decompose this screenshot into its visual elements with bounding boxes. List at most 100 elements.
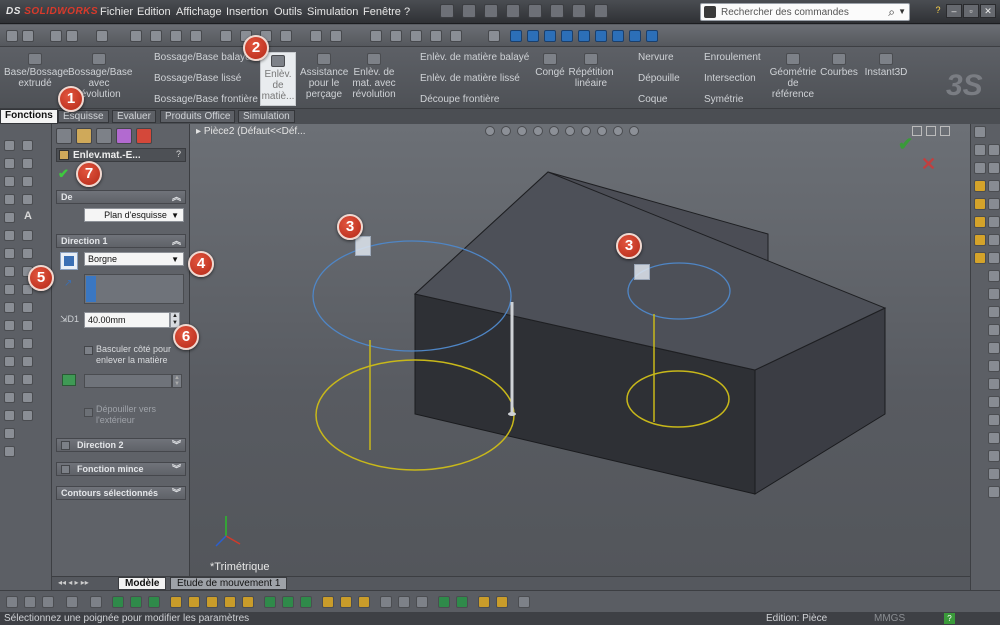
flip-side-checkbox[interactable] (84, 346, 93, 355)
sketch-tool-icon[interactable] (988, 486, 1000, 498)
feature-tree-tab-icon[interactable] (56, 128, 72, 144)
sketch-tool-icon[interactable] (22, 176, 33, 187)
sketch-tool-icon[interactable] (22, 302, 33, 313)
sketch-tool-icon[interactable] (974, 144, 986, 156)
sketch-tool-icon[interactable] (988, 252, 1000, 264)
sketch-tool-icon[interactable] (988, 288, 1000, 300)
draft-spinner[interactable]: ▲ ▼ (172, 374, 182, 388)
toolbar-icon[interactable] (90, 596, 102, 608)
print-icon[interactable] (506, 4, 520, 18)
menu-fenetre[interactable]: Fenêtre (363, 6, 401, 18)
sketch-tool-icon[interactable] (22, 194, 33, 205)
sketch-tool-icon[interactable] (4, 284, 15, 295)
toolbar-icon[interactable] (148, 596, 160, 608)
toolbar-icon[interactable] (322, 596, 334, 608)
toolbar-icon[interactable] (224, 596, 236, 608)
sketch-tool-icon[interactable] (988, 198, 1000, 210)
sketch-tool-icon[interactable] (974, 126, 986, 138)
open-icon[interactable] (462, 4, 476, 18)
toolbar-icon[interactable] (280, 30, 292, 42)
linear-pattern-button[interactable]: Répétition linéaire (568, 53, 614, 89)
ok-check-icon[interactable]: ✔ (58, 167, 72, 180)
instant3d-button[interactable]: Instant3D (862, 53, 910, 78)
sketch-tool-icon[interactable] (4, 374, 15, 385)
toolbar-icon[interactable] (220, 30, 232, 42)
lofted-cut-button[interactable]: Enlèv. de matière lissé (402, 73, 532, 84)
view-cube-icon[interactable] (612, 30, 624, 42)
toolbar-icon[interactable] (6, 30, 18, 42)
sketch-tool-icon[interactable] (22, 374, 33, 385)
sketch-tool-icon[interactable] (988, 180, 1000, 192)
help-icon[interactable]: ? (930, 4, 946, 18)
section-direction1[interactable]: Direction 1 ︽ (56, 234, 186, 248)
toolbar-icon[interactable] (130, 30, 142, 42)
menu-simulation[interactable]: Simulation (307, 6, 358, 18)
sketch-tool-icon[interactable] (988, 216, 1000, 228)
boundary-cut-button[interactable]: Découpe frontière (402, 94, 532, 105)
toolbar-icon[interactable] (438, 596, 450, 608)
sketch-tool-icon[interactable] (4, 248, 15, 259)
help-icon[interactable]: ? (944, 613, 955, 624)
view-cube-icon[interactable] (527, 30, 539, 42)
sketch-tool-icon[interactable] (4, 266, 15, 277)
custom-properties-icon[interactable] (974, 252, 986, 264)
property-manager-tab-icon[interactable] (76, 128, 92, 144)
sketch-tool-icon[interactable] (988, 432, 1000, 444)
chevron-down-icon[interactable]: ▼ (898, 7, 906, 16)
options-icon[interactable] (594, 4, 608, 18)
search-input[interactable]: Rechercher des commandes (721, 7, 849, 18)
sketch-tool-icon[interactable] (974, 162, 986, 174)
sketch-tool-icon[interactable] (988, 396, 1000, 408)
file-explorer-icon[interactable] (974, 198, 986, 210)
from-select[interactable]: Plan d'esquisse ▼ (84, 208, 184, 222)
tab-evaluer[interactable]: Evaluer (112, 110, 156, 123)
toolbar-icon[interactable] (330, 30, 342, 42)
curves-button[interactable]: Courbes (820, 53, 858, 78)
toolbar-icon[interactable] (112, 596, 124, 608)
sketch-tool-icon[interactable] (4, 338, 15, 349)
toolbar-icon[interactable] (518, 596, 530, 608)
toolbar-icon[interactable] (22, 30, 34, 42)
sketch-tool-icon[interactable] (22, 338, 33, 349)
3d-model-canvas[interactable] (190, 124, 970, 576)
toolbar-icon[interactable] (242, 596, 254, 608)
toolbar-icon[interactable] (450, 30, 462, 42)
tab-motion-study[interactable]: Etude de mouvement 1 (170, 577, 288, 590)
thin-feature-checkbox[interactable] (61, 465, 70, 474)
sketch-tool-icon[interactable] (988, 468, 1000, 480)
tab-produits-office[interactable]: Produits Office (160, 110, 236, 123)
revolved-cut-button[interactable]: Enlèv. de mat. avec révolution (350, 53, 398, 100)
sketch-tool-icon[interactable] (4, 410, 15, 421)
sketch-tool-icon[interactable] (988, 144, 1000, 156)
toolbar-icon[interactable] (380, 596, 392, 608)
sketch-tool-icon[interactable] (988, 414, 1000, 426)
new-icon[interactable] (440, 4, 454, 18)
view-cube-icon[interactable] (561, 30, 573, 42)
drag-handle-left[interactable] (355, 236, 371, 256)
sketch-tool-icon[interactable] (988, 360, 1000, 372)
boundary-boss-button[interactable]: Bossage/Base frontière (136, 94, 261, 105)
toolbar-icon[interactable] (410, 30, 422, 42)
sketch-tool-icon[interactable] (988, 270, 1000, 282)
tab-modele[interactable]: Modèle (118, 577, 167, 590)
toolbar-icon[interactable] (416, 596, 428, 608)
toolbar-icon[interactable] (264, 596, 276, 608)
rebuild-icon[interactable] (572, 4, 586, 18)
sketch-tool-icon[interactable] (988, 342, 1000, 354)
view-cube-icon[interactable] (595, 30, 607, 42)
tab-nav-arrows-icon[interactable]: ◂◂ ◂ ▸ ▸▸ (58, 578, 89, 587)
sketch-tool-icon[interactable] (4, 356, 15, 367)
sketch-tool-icon[interactable] (22, 158, 33, 169)
design-library-icon[interactable] (974, 180, 986, 192)
view-cube-icon[interactable] (646, 30, 658, 42)
toolbar-icon[interactable] (6, 596, 18, 608)
toolbar-icon[interactable] (96, 30, 108, 42)
toolbar-icon[interactable] (496, 596, 508, 608)
view-cube-icon[interactable] (578, 30, 590, 42)
reverse-direction-button[interactable] (60, 252, 78, 270)
sketch-tool-icon[interactable] (988, 450, 1000, 462)
toolbar-icon[interactable] (66, 30, 78, 42)
section-selected-contours[interactable]: Contours sélectionnés ︾ (56, 486, 186, 500)
section-thin-feature[interactable]: Fonction mince ︾ (56, 462, 186, 476)
sketch-tool-icon[interactable] (4, 302, 15, 313)
